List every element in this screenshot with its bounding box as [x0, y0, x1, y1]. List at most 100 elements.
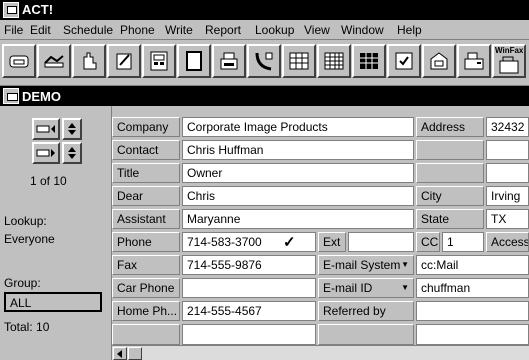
up-arrow-icon [68, 123, 76, 135]
state-label: State [416, 209, 484, 229]
menu-edit[interactable]: Edit [30, 23, 51, 37]
next-record-icon [36, 149, 55, 157]
winfax-button[interactable]: WinFax [492, 44, 526, 78]
app-title-bar: ACT! [0, 0, 529, 20]
notes-icon [116, 53, 132, 70]
total-count: Total: 10 [4, 320, 50, 334]
notes-button[interactable] [107, 44, 141, 78]
act-app-icon[interactable] [3, 2, 19, 18]
grid-icon [289, 52, 309, 70]
car-phone-label: Car Phone [112, 278, 180, 298]
lookup-label: Lookup: [4, 214, 47, 228]
previous-record-button[interactable] [62, 118, 82, 140]
address-label: Address [416, 117, 484, 137]
address-field-3[interactable] [486, 163, 529, 183]
first-record-button[interactable] [32, 118, 60, 140]
email-system-dropdown[interactable]: E-mail System [318, 255, 414, 275]
next-record-button[interactable] [62, 142, 82, 164]
menu-window[interactable]: Window [341, 23, 384, 37]
state-field[interactable]: TX [486, 209, 529, 229]
letter-icon [430, 52, 448, 70]
previous-record-icon [36, 125, 55, 133]
last-record-button[interactable] [32, 142, 60, 164]
calculator-button[interactable] [142, 44, 176, 78]
dear-label: Dear [112, 186, 180, 206]
company-field[interactable]: Corporate Image Products [182, 117, 414, 137]
city-field[interactable]: Irving [486, 186, 529, 206]
todo-button[interactable] [72, 44, 106, 78]
email-id-field[interactable]: chuffman [416, 278, 529, 298]
blank-card-button[interactable] [177, 44, 211, 78]
referred-by-field[interactable] [416, 301, 529, 321]
blank-card-icon [186, 51, 202, 71]
calendar-button[interactable] [352, 44, 386, 78]
cc-label: CC [416, 232, 440, 252]
schedule-button[interactable] [387, 44, 421, 78]
phone-icon [9, 55, 29, 68]
group-select[interactable]: ALL [4, 292, 102, 312]
menu-lookup[interactable]: Lookup [255, 23, 294, 37]
dear-field[interactable]: Chris [182, 186, 414, 206]
title-field[interactable]: Owner [182, 163, 414, 183]
app-title: ACT! [22, 2, 54, 17]
phone-field[interactable]: 714-583-3700 ✓ [182, 232, 316, 252]
meeting-icon [44, 55, 64, 68]
car-phone-field[interactable] [182, 278, 316, 298]
fax-icon [464, 52, 484, 70]
winfax-label: WinFax [495, 46, 524, 55]
grid-button[interactable] [282, 44, 316, 78]
home-phone-label: Home Ph... [112, 301, 180, 321]
document-window-icon[interactable] [3, 88, 19, 104]
address-field-2[interactable] [486, 140, 529, 160]
menu-bar: File Edit Schedule Phone Write Report Lo… [0, 20, 529, 40]
address-label-3 [416, 163, 484, 183]
phone-label: Phone [112, 232, 180, 252]
table-icon [324, 52, 344, 70]
contact-field[interactable]: Chris Huffman [182, 140, 414, 160]
document-title-bar: DEMO [0, 86, 529, 106]
menu-view[interactable]: View [304, 23, 330, 37]
partial-field[interactable] [182, 324, 316, 345]
fax-button[interactable] [457, 44, 491, 78]
access-label: Access [486, 232, 529, 252]
contact-label: Contact [112, 140, 180, 160]
email-system-field[interactable]: cc:Mail [416, 255, 529, 275]
title-label: Title [112, 163, 180, 183]
print-icon [220, 52, 238, 70]
document-title: DEMO [22, 89, 61, 104]
address-field[interactable]: 32432 S [486, 117, 529, 137]
assistant-label: Assistant [112, 209, 180, 229]
scroll-left-arrow-icon[interactable] [113, 347, 127, 360]
assistant-field[interactable]: Maryanne [182, 209, 414, 229]
menu-phone[interactable]: Phone [120, 23, 155, 37]
todo-icon [83, 52, 97, 70]
cc-field[interactable]: 1 [442, 232, 484, 252]
email-id-dropdown[interactable]: E-mail ID [318, 278, 414, 298]
dial-button[interactable] [247, 44, 281, 78]
lookup-value: Everyone [4, 232, 55, 246]
fax-label: Fax [112, 255, 180, 275]
print-button[interactable] [212, 44, 246, 78]
menu-write[interactable]: Write [165, 23, 193, 37]
record-counter: 1 of 10 [30, 174, 67, 188]
address-label-2 [416, 140, 484, 160]
menu-schedule[interactable]: Schedule [63, 23, 113, 37]
meeting-button[interactable] [37, 44, 71, 78]
home-phone-field[interactable]: 214-555-4567 [182, 301, 316, 321]
menu-help[interactable]: Help [397, 23, 422, 37]
partial-field-2[interactable] [416, 324, 529, 345]
calculator-icon [150, 51, 168, 71]
menu-file[interactable]: File [4, 23, 23, 37]
schedule-icon [395, 52, 413, 70]
horizontal-scrollbar[interactable] [112, 345, 529, 360]
phone-button[interactable] [2, 44, 36, 78]
menu-report[interactable]: Report [205, 23, 241, 37]
toolbar: WinFax [0, 40, 529, 86]
down-arrow-icon [68, 147, 76, 159]
ext-field[interactable] [348, 232, 414, 252]
scrollbar-thumb[interactable] [128, 347, 142, 360]
table-button[interactable] [317, 44, 351, 78]
fax-field[interactable]: 714-555-9876 [182, 255, 316, 275]
letter-button[interactable] [422, 44, 456, 78]
group-label: Group: [4, 276, 41, 290]
